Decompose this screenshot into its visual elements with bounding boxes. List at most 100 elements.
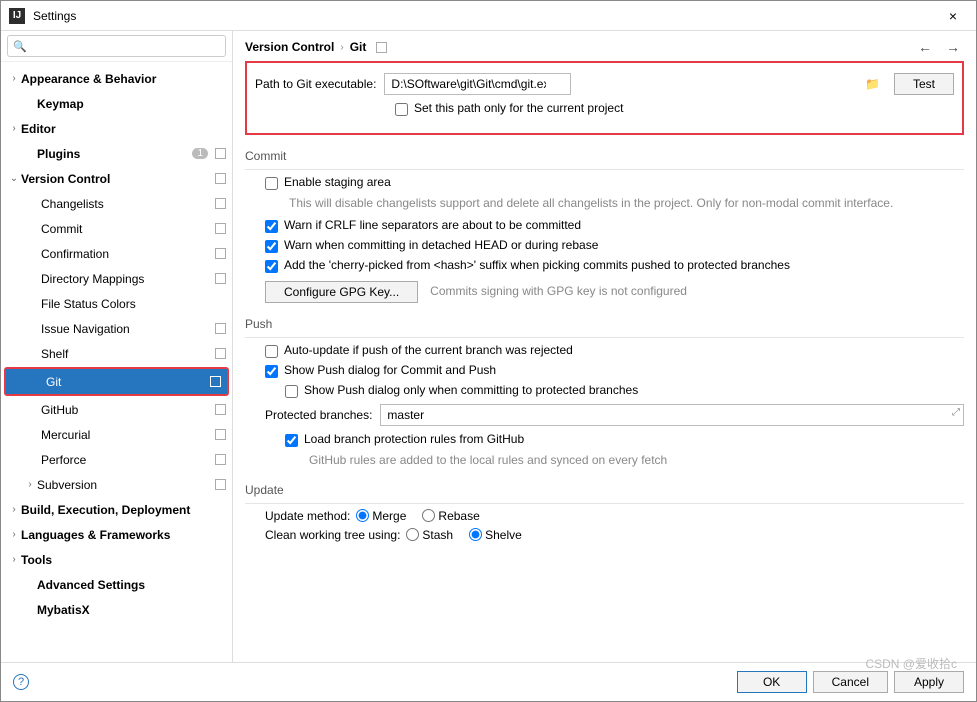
warn-crlf-checkbox[interactable] [265,220,278,233]
chevron-right-icon: › [7,504,21,515]
settings-tree: ›Appearance & Behavior Keymap ›Editor Pl… [1,62,232,662]
stash-radio[interactable] [406,528,419,541]
chevron-right-icon: › [7,554,21,565]
warn-detached-label: Warn when committing in detached HEAD or… [284,238,598,252]
main-panel: Version Control › Git ← → Path to Git ex… [233,31,976,662]
search-icon: 🔍 [13,40,27,53]
warn-crlf-label: Warn if CRLF line separators are about t… [284,218,581,232]
tree-keymap[interactable]: Keymap [1,91,232,116]
chevron-right-icon: › [340,42,343,53]
rebase-radio[interactable] [422,509,435,522]
tree-plugins[interactable]: Plugins1 [1,141,232,166]
tree-tools[interactable]: ›Tools [1,547,232,572]
tree-github[interactable]: GitHub [1,397,232,422]
ok-button[interactable]: OK [737,671,807,693]
tree-changelists[interactable]: Changelists [1,191,232,216]
stash-label: Stash [422,528,453,542]
tree-mybatisx[interactable]: MybatisX [1,597,232,622]
chevron-down-icon: ⌄ [7,173,21,184]
show-push-protected-checkbox[interactable] [285,385,298,398]
rebase-label: Rebase [438,509,479,523]
project-scope-icon [215,479,226,490]
window-title: Settings [33,9,938,23]
warn-detached-checkbox[interactable] [265,240,278,253]
app-logo: IJ [9,8,25,24]
load-rules-checkbox[interactable] [285,434,298,447]
apply-button[interactable]: Apply [894,671,964,693]
plugins-badge: 1 [192,148,208,159]
close-icon[interactable]: × [938,8,968,24]
auto-update-label: Auto-update if push of the current branc… [284,343,573,357]
cherry-pick-label: Add the 'cherry-picked from <hash>' suff… [284,258,790,272]
tree-version-control[interactable]: ⌄Version Control [1,166,232,191]
enable-staging-label: Enable staging area [284,175,391,189]
shelve-radio[interactable] [469,528,482,541]
show-push-dialog-label: Show Push dialog for Commit and Push [284,363,496,377]
project-scope-icon [215,429,226,440]
tree-build[interactable]: ›Build, Execution, Deployment [1,497,232,522]
show-push-dialog-checkbox[interactable] [265,365,278,378]
footer: ? OK Cancel Apply [1,662,976,701]
tree-perforce[interactable]: Perforce [1,447,232,472]
tree-editor[interactable]: ›Editor [1,116,232,141]
project-scope-icon [215,323,226,334]
breadcrumb: Version Control › Git ← → [233,31,976,61]
divider [245,169,964,170]
auto-update-checkbox[interactable] [265,345,278,358]
divider [245,503,964,504]
project-scope-icon [215,404,226,415]
chevron-right-icon: › [7,123,21,134]
nav-back-icon[interactable]: ← [918,39,932,55]
expand-icon[interactable]: ⤢ [952,407,960,418]
cancel-button[interactable]: Cancel [813,671,888,693]
tree-appearance[interactable]: ›Appearance & Behavior [1,66,232,91]
tree-git[interactable]: Git [6,369,227,394]
tree-advanced[interactable]: Advanced Settings [1,572,232,597]
update-section-title: Update [245,483,964,497]
only-project-checkbox[interactable] [395,103,408,116]
tree-file-status-colors[interactable]: File Status Colors [1,291,232,316]
nav-forward-icon[interactable]: → [946,39,960,55]
shelve-label: Shelve [485,528,522,542]
crumb-vc[interactable]: Version Control [245,40,334,54]
test-button[interactable]: Test [894,73,954,95]
commit-section-title: Commit [245,149,964,163]
update-method-label: Update method: [265,509,350,523]
load-rules-label: Load branch protection rules from GitHub [304,432,524,446]
search-box: 🔍 [1,31,232,62]
merge-label: Merge [372,509,406,523]
staging-hint: This will disable changelists support an… [289,195,964,212]
chevron-right-icon: › [7,73,21,84]
chevron-right-icon: › [23,479,37,490]
show-push-protected-label: Show Push dialog only when committing to… [304,383,638,397]
tree-confirmation[interactable]: Confirmation [1,241,232,266]
configure-gpg-button[interactable]: Configure GPG Key... [265,281,418,303]
tree-subversion[interactable]: ›Subversion [1,472,232,497]
tree-directory-mappings[interactable]: Directory Mappings [1,266,232,291]
project-scope-icon [215,173,226,184]
protected-branches-input[interactable] [380,404,964,426]
enable-staging-checkbox[interactable] [265,177,278,190]
tree-languages[interactable]: ›Languages & Frameworks [1,522,232,547]
only-project-label: Set this path only for the current proje… [414,101,623,115]
git-path-input[interactable] [384,73,571,95]
search-input[interactable] [7,35,226,57]
cherry-pick-checkbox[interactable] [265,260,278,273]
tree-commit[interactable]: Commit [1,216,232,241]
project-scope-icon [215,223,226,234]
tree-shelf[interactable]: Shelf [1,341,232,366]
folder-icon[interactable]: 📁 [865,77,880,91]
gpg-hint: Commits signing with GPG key is not conf… [430,283,687,300]
project-scope-icon [215,454,226,465]
tree-issue-navigation[interactable]: Issue Navigation [1,316,232,341]
project-scope-icon [215,148,226,159]
crumb-git: Git [350,40,367,54]
load-rules-hint: GitHub rules are added to the local rule… [309,452,964,469]
clean-label: Clean working tree using: [265,528,400,542]
help-icon[interactable]: ? [13,674,29,690]
tree-mercurial[interactable]: Mercurial [1,422,232,447]
protected-branches-label: Protected branches: [265,408,372,422]
merge-radio[interactable] [356,509,369,522]
project-scope-icon [215,348,226,359]
project-scope-icon [215,248,226,259]
